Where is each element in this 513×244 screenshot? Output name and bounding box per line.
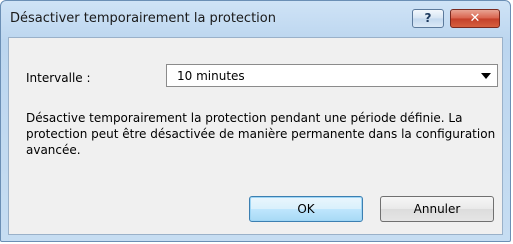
interval-selected-value: 10 minutes — [177, 69, 245, 83]
help-icon: ? — [424, 11, 432, 25]
dialog-content: Intervalle : 10 minutes Désactive tempor… — [8, 37, 503, 235]
dialog-title: Désactiver temporairement la protection — [10, 11, 276, 26]
help-button[interactable]: ? — [412, 9, 444, 28]
description-text: Désactive temporairement la protection p… — [26, 111, 496, 157]
chevron-down-icon[interactable] — [481, 73, 491, 79]
dialog-window: Désactiver temporairement la protection … — [0, 0, 511, 242]
title-bar[interactable]: Désactiver temporairement la protection … — [1, 1, 510, 37]
cancel-button[interactable]: Annuler — [380, 196, 494, 222]
ok-button[interactable]: OK — [249, 196, 363, 222]
interval-dropdown[interactable]: 10 minutes — [166, 64, 498, 87]
interval-label: Intervalle : — [26, 71, 91, 85]
close-icon: ✕ — [469, 11, 481, 26]
close-button[interactable]: ✕ — [450, 9, 500, 28]
